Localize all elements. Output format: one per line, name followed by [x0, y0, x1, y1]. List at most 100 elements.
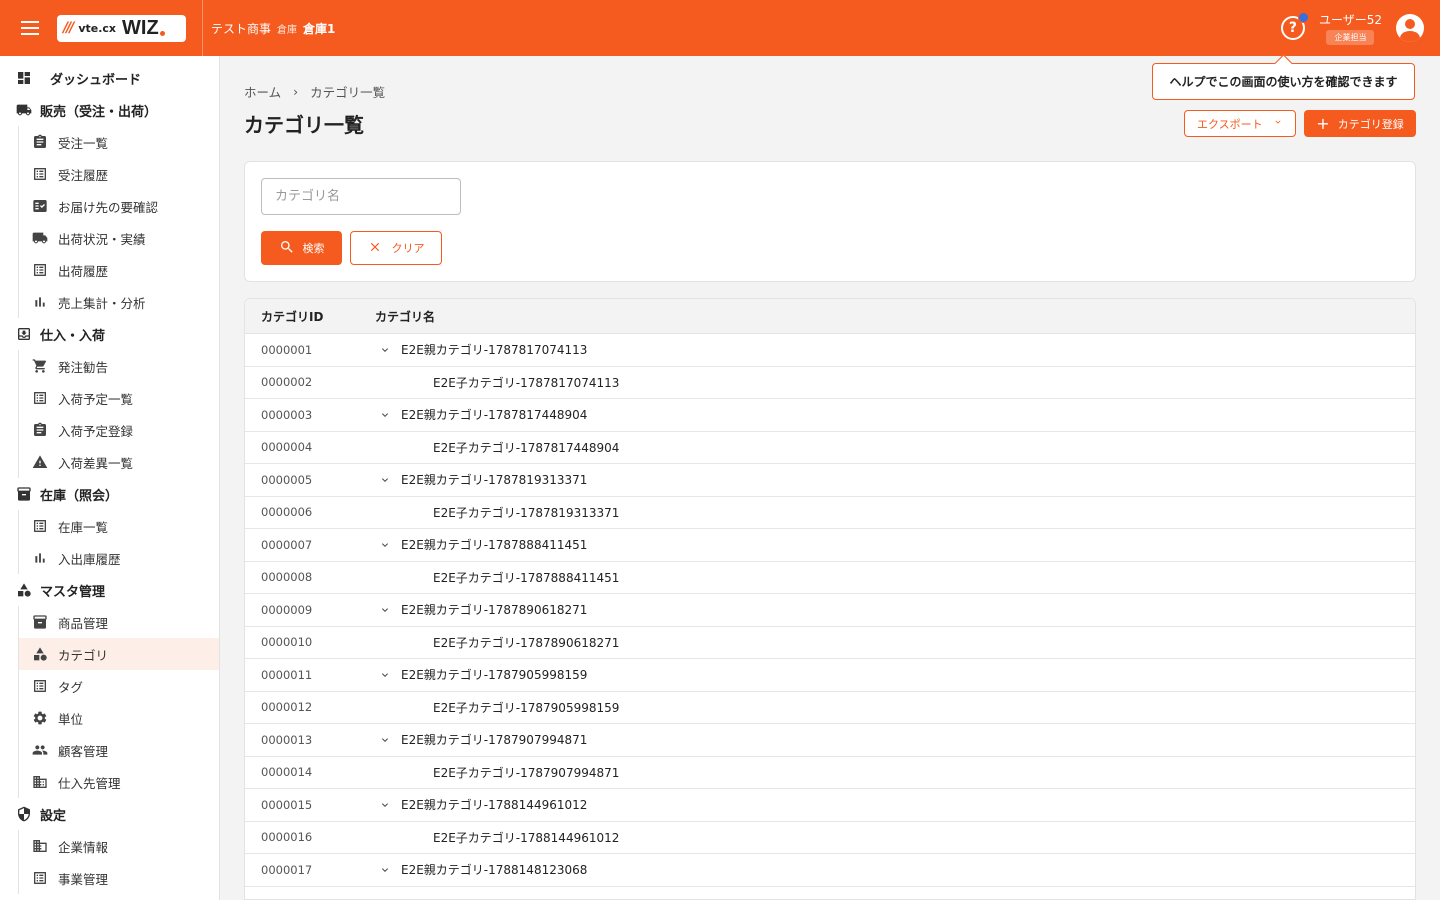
expand-chevron-icon[interactable]: [375, 409, 395, 421]
category-id-cell: 0000011: [261, 667, 313, 682]
sidebar-item-arrival-register[interactable]: 入荷予定登録: [18, 414, 219, 446]
header-actions: ? ユーザー52 企業担当: [1280, 0, 1424, 56]
category-name-text: E2E子カテゴリ-1788144961012: [433, 830, 620, 845]
expand-chevron-icon[interactable]: [375, 669, 395, 681]
table-row[interactable]: 0000012 E2E子カテゴリ-1787905998159: [245, 692, 1415, 724]
sidebar-item-delivery-check[interactable]: お届け先の要確認: [18, 190, 219, 222]
help-tooltip: ヘルプでこの画面の使い方を確認できます: [1152, 63, 1415, 100]
list-icon: [32, 262, 48, 278]
sidebar-item-sales-analysis[interactable]: 売上集計・分析: [18, 286, 219, 318]
search-icon: [279, 239, 295, 258]
table-row[interactable]: 0000016 E2E子カテゴリ-1788144961012: [245, 822, 1415, 854]
expand-chevron-icon[interactable]: [375, 734, 395, 746]
sidebar-section-purchase[interactable]: 仕入・入荷: [0, 318, 219, 350]
expand-chevron-icon[interactable]: [375, 799, 395, 811]
sidebar-item-units[interactable]: 単位: [18, 702, 219, 734]
sidebar-item-order-list[interactable]: 受注一覧: [18, 126, 219, 158]
list-icon: [32, 518, 48, 534]
user-info[interactable]: ユーザー52 企業担当: [1319, 11, 1382, 45]
sidebar-item-stock-history[interactable]: 入出庫履歴: [18, 542, 219, 574]
sidebar-item-stock-list[interactable]: 在庫一覧: [18, 510, 219, 542]
bar-chart-icon: [32, 550, 48, 566]
expand-chevron-icon[interactable]: [375, 474, 395, 486]
account-avatar-icon[interactable]: [1396, 14, 1424, 42]
table-row[interactable]: 0000009 E2E親カテゴリ-1787890618271: [245, 594, 1415, 627]
sidebar-item-order-advice[interactable]: 発注勧告: [18, 350, 219, 382]
sidebar-section-master[interactable]: マスタ管理: [0, 574, 219, 606]
sidebar-item-products[interactable]: 商品管理: [18, 606, 219, 638]
app-logo[interactable]: /// vte.cx WIZ: [57, 14, 186, 42]
sidebar-label: 設定: [40, 808, 67, 824]
breadcrumb-home[interactable]: ホーム: [244, 82, 281, 101]
table-row[interactable]: 0000007 E2E親カテゴリ-1787888411451: [245, 529, 1415, 562]
table-row[interactable]: 0000008 E2E子カテゴリ-1787888411451: [245, 562, 1415, 594]
expand-chevron-icon[interactable]: [375, 864, 395, 876]
table-row[interactable]: 0000013 E2E親カテゴリ-1787907994871: [245, 724, 1415, 757]
sidebar-item-company-info[interactable]: 企業情報: [18, 830, 219, 862]
table-row[interactable]: 0000004 E2E子カテゴリ-1787817448904: [245, 432, 1415, 464]
bar-chart-icon: [32, 294, 48, 310]
category-name-cell: E2E親カテゴリ-1787905998159: [375, 666, 587, 683]
category-name-cell: E2E子カテゴリ-1787890618271: [375, 634, 619, 651]
truck-icon: [32, 230, 48, 246]
table-row[interactable]: 0000006 E2E子カテゴリ-1787819313371: [245, 497, 1415, 529]
sidebar-item-dashboard[interactable]: ダッシュボード: [0, 62, 219, 94]
category-name-cell: E2E親カテゴリ-1787907994871: [375, 731, 587, 748]
sidebar-item-customers[interactable]: 顧客管理: [18, 734, 219, 766]
help-icon[interactable]: ?: [1280, 12, 1309, 40]
sidebar-item-arrival-schedule[interactable]: 入荷予定一覧: [18, 382, 219, 414]
sidebar-item-arrival-diff[interactable]: 入荷差異一覧: [18, 446, 219, 478]
column-header-name[interactable]: カテゴリ名: [375, 308, 435, 325]
category-name-cell: E2E子カテゴリ-1787819313371: [375, 504, 619, 521]
column-header-id[interactable]: カテゴリID: [245, 308, 375, 325]
table-row[interactable]: 0000015 E2E親カテゴリ-1788144961012: [245, 789, 1415, 822]
people-icon: [32, 742, 48, 758]
sidebar-item-shipping-history[interactable]: 出荷履歴: [18, 254, 219, 286]
sidebar-item-business[interactable]: 事業管理: [18, 862, 219, 894]
category-name-text: E2E子カテゴリ-1787888411451: [433, 570, 620, 585]
sidebar-label: 仕入・入荷: [40, 328, 106, 344]
add-category-button[interactable]: + カテゴリ登録: [1304, 110, 1416, 137]
table-row[interactable]: 0000017 E2E親カテゴリ-1788148123068: [245, 854, 1415, 887]
category-icon: [16, 582, 32, 598]
sidebar-item-suppliers[interactable]: 仕入先管理: [18, 766, 219, 798]
category-id-cell: 0000001: [261, 342, 313, 357]
clipboard-icon: [32, 422, 48, 438]
search-button[interactable]: 検索: [261, 231, 342, 265]
category-name-input[interactable]: [261, 178, 461, 215]
cart-icon: [32, 358, 48, 374]
table-row[interactable]: 0000001 E2E親カテゴリ-1787817074113: [245, 334, 1415, 367]
table-row[interactable]: 0000010 E2E子カテゴリ-1787890618271: [245, 627, 1415, 659]
category-id-cell: 0000013: [261, 732, 313, 747]
sidebar-item-category[interactable]: カテゴリ: [18, 638, 219, 670]
table-header: カテゴリID カテゴリ名: [245, 299, 1415, 334]
expand-chevron-icon[interactable]: [375, 539, 395, 551]
sidebar-label: 売上集計・分析: [58, 295, 146, 311]
sidebar-section-settings[interactable]: 設定: [0, 798, 219, 830]
warehouse-label: 倉庫: [277, 24, 298, 36]
category-icon: [32, 646, 48, 662]
sidebar-item-shipping-status[interactable]: 出荷状況・実績: [18, 222, 219, 254]
user-name: ユーザー52: [1318, 13, 1382, 27]
search-label: 検索: [302, 242, 325, 255]
table-row[interactable]: 0000011 E2E親カテゴリ-1787905998159: [245, 659, 1415, 692]
clear-button[interactable]: クリア: [350, 231, 442, 265]
table-row[interactable]: 0000014 E2E子カテゴリ-1787907994871: [245, 757, 1415, 789]
expand-chevron-icon[interactable]: [375, 344, 395, 356]
gear-icon: [32, 710, 48, 726]
sidebar-section-sales[interactable]: 販売（受注・出荷）: [0, 94, 219, 126]
category-name-cell: E2E親カテゴリ-1787819313371: [375, 471, 587, 488]
sidebar-section-stock[interactable]: 在庫（照会）: [0, 478, 219, 510]
table-row[interactable]: 0000005 E2E親カテゴリ-1787819313371: [245, 464, 1415, 497]
menu-icon[interactable]: [0, 0, 60, 56]
sidebar-item-tags[interactable]: タグ: [18, 670, 219, 702]
sidebar-label: 仕入先管理: [58, 775, 121, 791]
category-id-cell: 0000005: [261, 472, 313, 487]
expand-chevron-icon[interactable]: [375, 604, 395, 616]
category-name-cell: E2E子カテゴリ-1787907994871: [375, 764, 619, 781]
table-row[interactable]: 0000003 E2E親カテゴリ-1787817448904: [245, 399, 1415, 432]
export-button[interactable]: エクスポート: [1184, 110, 1296, 137]
dashboard-icon: [16, 70, 32, 86]
table-row[interactable]: 0000002 E2E子カテゴリ-1787817074113: [245, 367, 1415, 399]
sidebar-item-order-history[interactable]: 受注履歴: [18, 158, 219, 190]
